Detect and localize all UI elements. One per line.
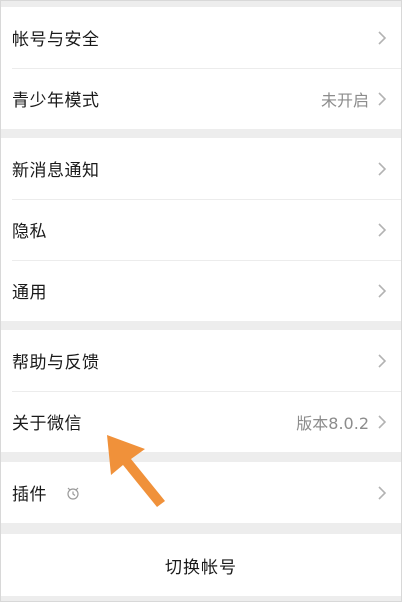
- row-help-feedback[interactable]: 帮助与反馈: [1, 330, 401, 391]
- version-value: 版本8.0.2: [296, 413, 369, 433]
- settings-group-plugins: 插件: [1, 462, 401, 523]
- row-general[interactable]: 通用: [1, 260, 401, 321]
- chevron-right-icon: [378, 353, 387, 368]
- row-notifications[interactable]: 新消息通知: [1, 138, 401, 199]
- row-label: 新消息通知: [12, 161, 100, 181]
- row-label: 通用: [12, 283, 47, 303]
- chevron-right-icon: [378, 283, 387, 298]
- chevron-right-icon: [378, 485, 387, 500]
- row-label: 关于微信: [12, 414, 82, 434]
- settings-group-account: 帐号与安全 青少年模式 未开启: [1, 7, 401, 129]
- teen-mode-status: 未开启: [320, 90, 369, 110]
- row-label: 插件: [12, 485, 47, 505]
- settings-group-about: 帮助与反馈 关于微信 版本8.0.2: [1, 330, 401, 452]
- row-label: 青少年模式: [12, 91, 100, 111]
- switch-account-button[interactable]: 切换帐号: [1, 534, 401, 596]
- chevron-right-icon: [378, 30, 387, 45]
- chevron-right-icon: [378, 91, 387, 106]
- row-plugins[interactable]: 插件: [1, 462, 401, 523]
- row-account-security[interactable]: 帐号与安全: [1, 7, 401, 68]
- settings-group-general: 新消息通知 隐私 通用: [1, 138, 401, 321]
- row-label: 隐私: [12, 222, 47, 242]
- plugin-icon: [67, 487, 79, 500]
- row-label: 帐号与安全: [12, 30, 100, 50]
- row-privacy[interactable]: 隐私: [1, 199, 401, 260]
- row-teen-mode[interactable]: 青少年模式 未开启: [1, 68, 401, 129]
- chevron-right-icon: [378, 161, 387, 176]
- settings-screen: 帐号与安全 青少年模式 未开启 新消息通知 隐私 通用 帮助与反馈 关于微信 版…: [0, 0, 402, 602]
- row-about-wechat[interactable]: 关于微信 版本8.0.2: [1, 391, 401, 452]
- chevron-right-icon: [378, 222, 387, 237]
- row-label: 帮助与反馈: [12, 353, 100, 373]
- chevron-right-icon: [378, 414, 387, 429]
